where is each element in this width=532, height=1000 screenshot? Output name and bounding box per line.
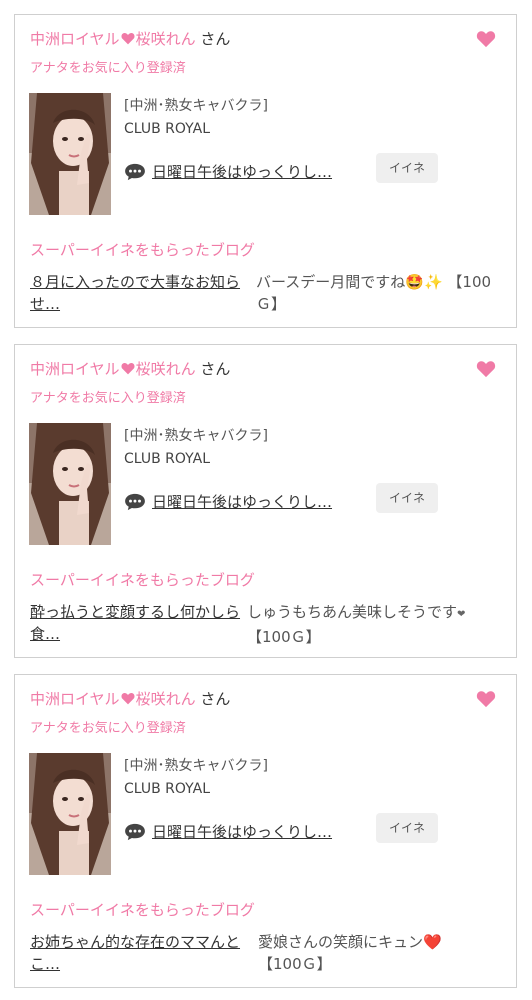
comment-text: バースデー月間ですね (256, 273, 406, 291)
heart-icon (121, 32, 135, 45)
cast-name[interactable]: 桜咲れん (136, 360, 196, 378)
cast-name[interactable]: 桜咲れん (136, 30, 196, 48)
shop-genre: [中洲･熟女キャバクラ] (124, 758, 268, 774)
super-iine-label: スーパーイイネをもらったブログ (30, 901, 255, 919)
cast-name-prefix[interactable]: 中洲ロイヤル (30, 30, 120, 48)
favorite-heart-icon[interactable] (476, 30, 496, 48)
star-struck-emoji: 🤩✨ (405, 273, 443, 291)
shop-genre: [中洲･熟女キャバクラ] (124, 98, 268, 114)
red-heart-emoji: ❤️ (423, 933, 442, 951)
shop-name[interactable]: CLUB ROYAL (124, 451, 210, 467)
shop-name[interactable]: CLUB ROYAL (124, 781, 210, 797)
favorite-card: 中洲ロイヤル 桜咲れん さん アナタをお気に入り登録済 [中洲･熟女キャバクラ] … (14, 674, 517, 988)
heart-icon (121, 692, 135, 705)
cast-name-prefix[interactable]: 中洲ロイヤル (30, 690, 120, 708)
cast-photo[interactable] (29, 753, 111, 875)
latest-blog-title[interactable]: 日曜日午後はゆっくりし… (152, 161, 332, 182)
cast-name-row[interactable]: 中洲ロイヤル 桜咲れん さん (30, 688, 230, 709)
cast-photo[interactable] (29, 423, 111, 545)
comment-amount: 【100Ｇ】 (247, 628, 321, 646)
favorite-status: アナタをお気に入り登録済 (30, 61, 186, 76)
latest-blog-link[interactable]: 日曜日午後はゆっくりし… (124, 821, 332, 842)
latest-blog-link[interactable]: 日曜日午後はゆっくりし… (124, 161, 332, 182)
cast-name-row[interactable]: 中洲ロイヤル 桜咲れん さん (30, 358, 230, 379)
small-heart-emoji: ❤ (457, 609, 466, 620)
iine-button[interactable]: イイネ (376, 483, 438, 513)
shop-genre: [中洲･熟女キャバクラ] (124, 428, 268, 444)
speech-bubble-icon (125, 163, 145, 180)
favorite-status: アナタをお気に入り登録済 (30, 391, 186, 406)
speech-bubble-icon (125, 493, 145, 510)
cast-name-row[interactable]: 中洲ロイヤル 桜咲れん さん (30, 28, 230, 49)
super-iine-label: スーパーイイネをもらったブログ (30, 241, 255, 259)
honorific: さん (200, 690, 231, 708)
favorite-heart-icon[interactable] (476, 690, 496, 708)
comment-text: 愛娘さんの笑顔にキュン (258, 933, 424, 951)
super-iine-blog-title[interactable]: 酔っ払うと変顔するし何かしら食… (30, 601, 258, 645)
iine-button[interactable]: イイネ (376, 153, 438, 183)
shop-name[interactable]: CLUB ROYAL (124, 121, 210, 137)
iine-button[interactable]: イイネ (376, 813, 438, 843)
super-iine-comment: しゅうもちあん美味しそうです❤ 【100Ｇ】 (247, 601, 509, 648)
favorite-card: 中洲ロイヤル 桜咲れん さん アナタをお気に入り登録済 [中洲･熟女キャバクラ] … (14, 14, 517, 328)
cast-name-prefix[interactable]: 中洲ロイヤル (30, 360, 120, 378)
super-iine-blog-title[interactable]: お姉ちゃん的な存在のママんとこ… (30, 931, 250, 975)
super-iine-blog-title[interactable]: ８月に入ったので大事なお知らせ… (30, 271, 250, 315)
super-iine-comment: バースデー月間ですね🤩✨ 【100Ｇ】 (256, 271, 508, 315)
honorific: さん (200, 360, 231, 378)
comment-amount: 【100Ｇ】 (258, 955, 332, 973)
latest-blog-link[interactable]: 日曜日午後はゆっくりし… (124, 491, 332, 512)
favorite-heart-icon[interactable] (476, 360, 496, 378)
super-iine-label: スーパーイイネをもらったブログ (30, 571, 255, 589)
super-iine-comment: 愛娘さんの笑顔にキュン❤️ 【100Ｇ】 (258, 931, 508, 975)
cast-name[interactable]: 桜咲れん (136, 690, 196, 708)
comment-text: しゅうもちあん美味しそうです (247, 603, 458, 621)
speech-bubble-icon (125, 823, 145, 840)
cast-photo[interactable] (29, 93, 111, 215)
favorite-status: アナタをお気に入り登録済 (30, 721, 186, 736)
latest-blog-title[interactable]: 日曜日午後はゆっくりし… (152, 491, 332, 512)
favorite-card: 中洲ロイヤル 桜咲れん さん アナタをお気に入り登録済 [中洲･熟女キャバクラ] … (14, 344, 517, 658)
honorific: さん (200, 30, 231, 48)
heart-icon (121, 362, 135, 375)
latest-blog-title[interactable]: 日曜日午後はゆっくりし… (152, 821, 332, 842)
